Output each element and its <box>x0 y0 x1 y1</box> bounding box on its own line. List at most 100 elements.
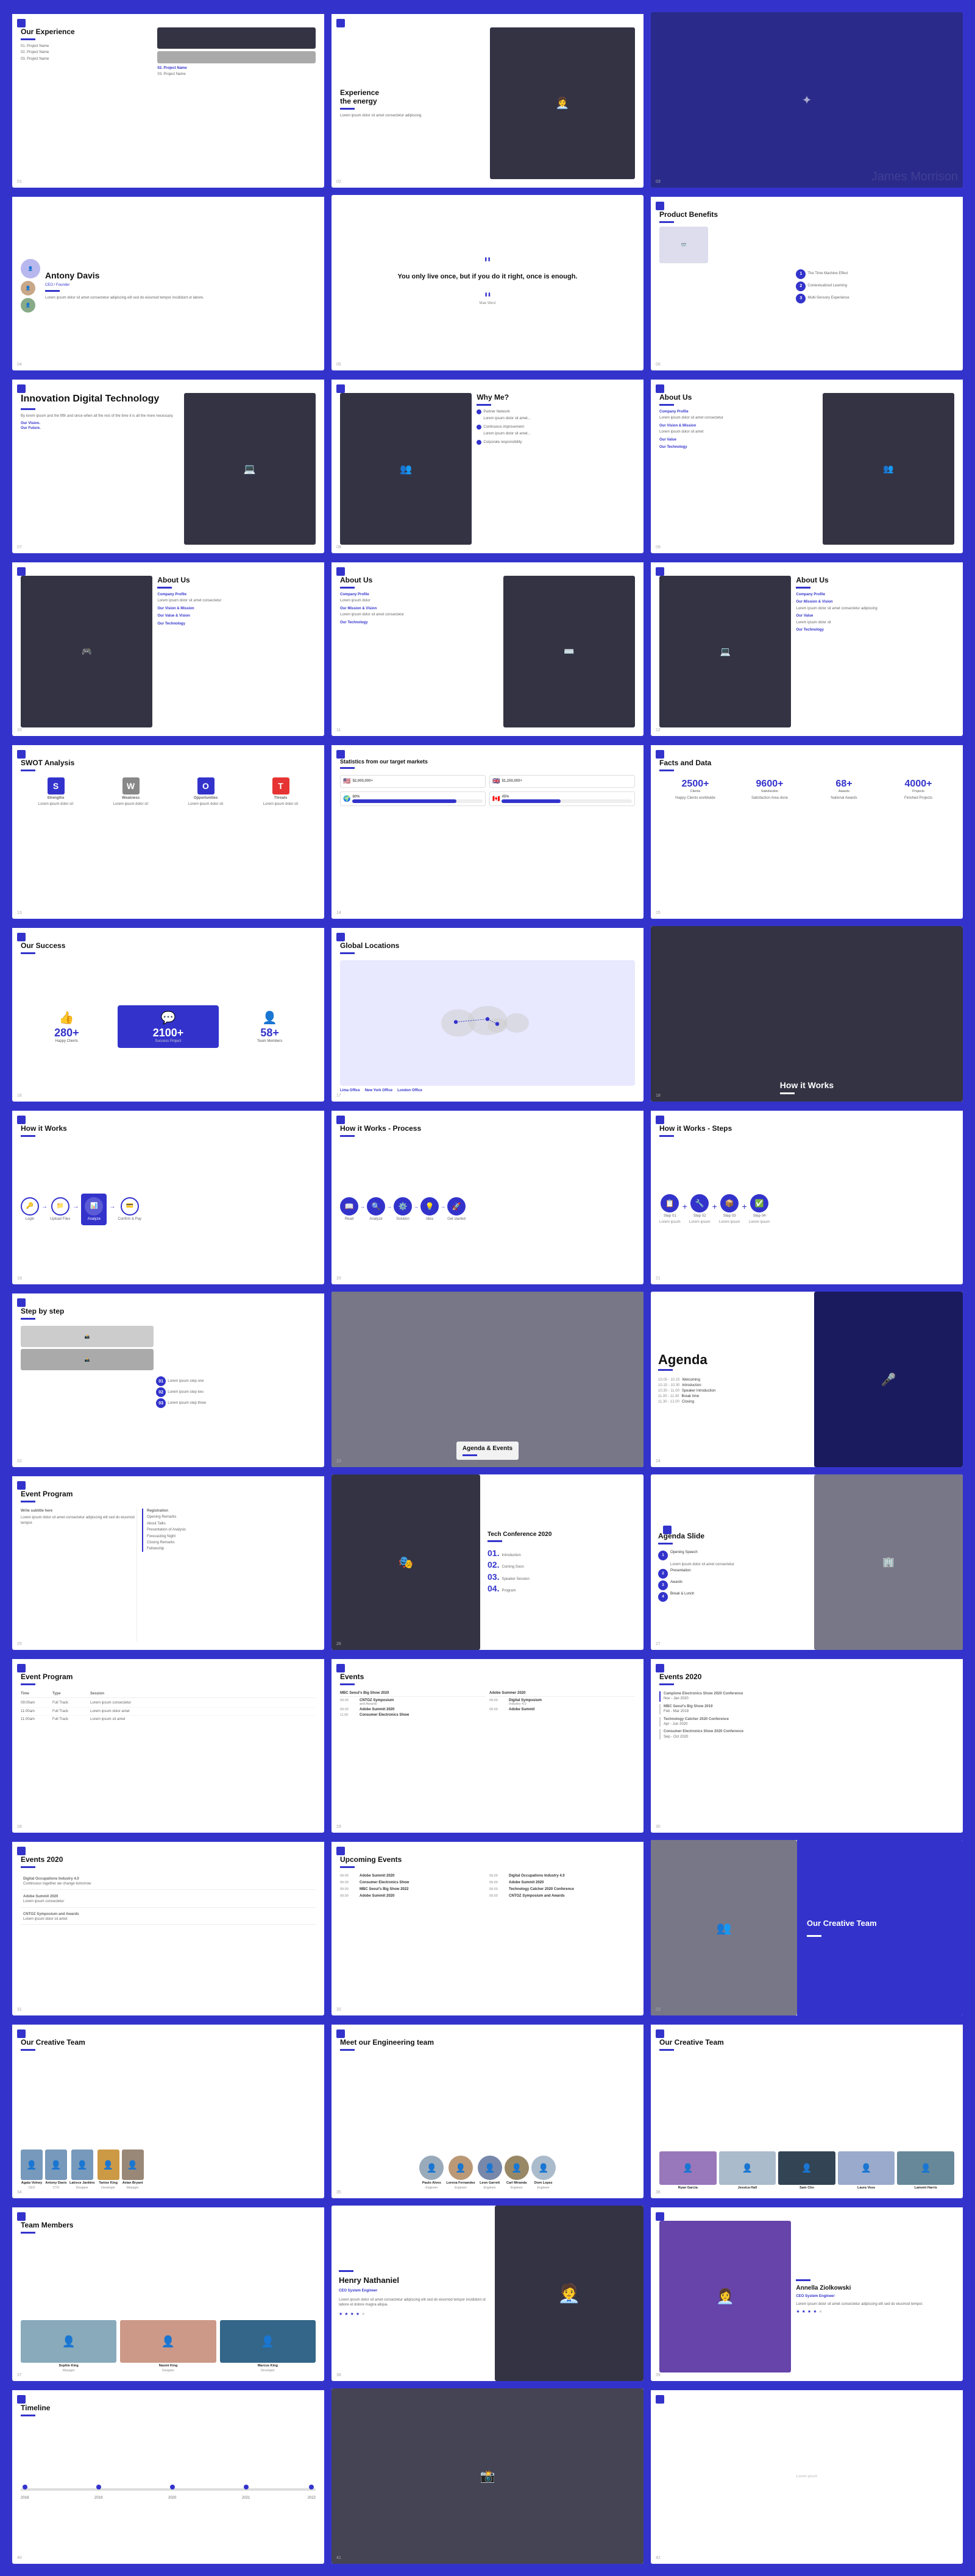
slide4-name: Antony Davis <box>45 271 316 280</box>
slide15-title: Facts and Data <box>659 759 954 767</box>
slide16-title: Our Success <box>21 941 316 950</box>
slide-30: Events 2020 Campione Electronics Show 20… <box>651 1657 963 1833</box>
slide-24: Agenda 10.00 - 10.15 Welcoming 10.15 - 1… <box>651 1292 963 1467</box>
slide-5: " You only live once, but if you do it r… <box>332 195 644 370</box>
slide4-avatar2: 👤 <box>21 281 35 295</box>
slide-11: About Us Company Profile Lorem ipsum dol… <box>332 561 644 736</box>
slide11-title: About Us <box>340 576 498 584</box>
slide14-title: Statistics from our target markets <box>340 759 635 765</box>
slide1-photo1 <box>157 27 316 49</box>
slide18-number: 18 <box>656 1094 661 1098</box>
slide20-number: 20 <box>336 1276 341 1281</box>
slide-19: How it Works 🔑 Login → 📁 Upload Files → … <box>12 1109 324 1284</box>
slide-31: Events 2020 Digital Occupations Industry… <box>12 1840 324 2015</box>
slide8-photo: 👥 <box>340 393 472 545</box>
slide7-number: 07 <box>17 545 22 550</box>
slide23-number: 23 <box>336 1459 341 1463</box>
slide38-name: Henry Nathaniel <box>339 2276 488 2285</box>
slide-20: How it Works - Process 📖 Read → 🔍 Analyz… <box>332 1109 644 1284</box>
slide-8: 👥 Why Me? Partner Network Lorem ipsum do… <box>332 378 644 553</box>
slide33-number: 33 <box>656 2008 661 2012</box>
slide39-name: Annella Ziolkowski <box>796 2285 954 2291</box>
slide4-number: 04 <box>17 363 22 367</box>
slide16-number: 16 <box>17 1094 22 1098</box>
slide-icon-2 <box>336 19 345 27</box>
slide-7: Innovation Digital Technology By lorem i… <box>12 378 324 553</box>
slide32-title: Upcoming Events <box>340 1855 635 1864</box>
slide21-number: 21 <box>656 1276 661 1281</box>
slide-27: Agenda Slide 1 Opening Speech Lorem ipsu… <box>651 1474 963 1650</box>
slide42-number: 42 <box>656 2556 661 2560</box>
slide33-title: Our Creative Team <box>807 1919 953 1929</box>
slide37-title: Team Members <box>21 2221 316 2229</box>
slide-1: Our Experience 01. Project Name 02. Proj… <box>12 12 324 188</box>
slide24-photo: 🎤 <box>814 1292 963 1467</box>
slide7-photo: 💻 <box>184 393 316 545</box>
slide10-number: 10 <box>17 728 22 732</box>
slide22-title: Step by step <box>21 1307 316 1315</box>
slide41-number: 41 <box>336 2556 341 2560</box>
slide33-photo: 👥 <box>651 1840 797 2015</box>
slide17-number: 17 <box>336 1094 341 1098</box>
slide37-number: 37 <box>17 2373 22 2377</box>
slide36-title: Our Creative Team <box>659 2038 954 2047</box>
slide13-title: SWOT Analysis <box>21 759 316 767</box>
slide32-number: 32 <box>336 2008 341 2012</box>
slide15-number: 15 <box>656 911 661 915</box>
slide-6: Product Benefits 🥽 1 The Time Machine Ef… <box>651 195 963 370</box>
slide8-number: 08 <box>336 545 341 550</box>
slide-12: 💻 About Us Company Profile Our Mission &… <box>651 561 963 736</box>
slide35-title: Meet our Engineering team <box>340 2038 635 2047</box>
slide-39: 👩‍💼 Annella Ziolkowski CEO System Engine… <box>651 2206 963 2381</box>
slide10-title: About Us <box>157 576 316 584</box>
slide4-avatar3: 👤 <box>21 298 35 313</box>
slide31-title: Events 2020 <box>21 1855 316 1864</box>
slide23-title: Agenda & Events <box>463 1445 512 1452</box>
slide-33: 👥 Our Creative Team 33 <box>651 1840 963 2015</box>
slide-35: Meet our Engineering team 👤 Paulo Alves … <box>332 2023 644 2198</box>
slide-15: Facts and Data 2500+ Clients 9600+ Satis… <box>651 743 963 919</box>
slide-10: 🎮 About Us Company Profile Lorem ipsum d… <box>12 561 324 736</box>
slide13-number: 13 <box>17 911 22 915</box>
slide8-title: Why Me? <box>477 393 635 402</box>
slide34-number: 34 <box>17 2190 22 2195</box>
slide14-number: 14 <box>336 911 341 915</box>
slide6-number: 06 <box>656 363 661 367</box>
slide-40: Timeline 2018 2019 2020 2021 <box>12 2388 324 2564</box>
slide20-title: How it Works - Process <box>340 1124 635 1133</box>
slide26-photo: 🎭 <box>332 1474 480 1650</box>
slide19-number: 19 <box>17 1276 22 1281</box>
slide36-number: 36 <box>656 2190 661 2195</box>
slide-32: Upcoming Events 09.00 Adobe Summit 2020 … <box>332 1840 644 2015</box>
slide2-number: 02 <box>336 180 341 184</box>
slide40-title: Timeline <box>21 2404 316 2412</box>
slide-28: Event Program Time Type Session 09:00am … <box>12 1657 324 1833</box>
slide39-role: CEO System Engineer <box>796 2294 954 2299</box>
slide-37: Team Members 👤 Sophie King Manager 👤 Nao… <box>12 2206 324 2381</box>
slide-9: About Us Company Profile Lorem ipsum dol… <box>651 378 963 553</box>
slide11-number: 11 <box>336 728 341 732</box>
slide27-photo: 🏢 <box>814 1474 963 1650</box>
slide-34: Our Creative Team 👤 Agata Volney CEO 👤 A… <box>12 2023 324 2198</box>
slide-2: Experiencethe energy Lorem ipsum dolor s… <box>332 12 644 188</box>
slide26-title: Tech Conference 2020 <box>488 1531 636 1538</box>
slide12-photo: 💻 <box>659 576 791 727</box>
slide1-number: 01 <box>17 180 22 184</box>
slide-3: ✦ James Morrison 03 <box>651 12 963 188</box>
slide27-title: Agenda Slide <box>658 1532 807 1540</box>
slide40-number: 40 <box>17 2556 22 2560</box>
slide-16: Our Success 👍 280+ Happy Clients 💬 2100+… <box>12 926 324 1102</box>
slide18-title: How it Works <box>780 1080 834 1090</box>
slide-17: Global Locations Lima Office New York Of… <box>332 926 644 1102</box>
slide1-photo2 <box>157 51 316 63</box>
slide26-number: 26 <box>336 1642 341 1646</box>
slide2-title: Experiencethe energy <box>340 88 485 105</box>
slide9-photo: 👥 <box>823 393 954 545</box>
slide-13: SWOT Analysis S Strengths Lorem ipsum do… <box>12 743 324 919</box>
slides-grid: Our Experience 01. Project Name 02. Proj… <box>12 12 963 2564</box>
slide22-number: 22 <box>17 1459 22 1463</box>
slide35-number: 35 <box>336 2190 341 2195</box>
slide30-title: Events 2020 <box>659 1672 954 1681</box>
slide-29: Events MBC Seoul's Big Show 2020 09.00 C… <box>332 1657 644 1833</box>
slide5-number: 05 <box>336 363 341 367</box>
